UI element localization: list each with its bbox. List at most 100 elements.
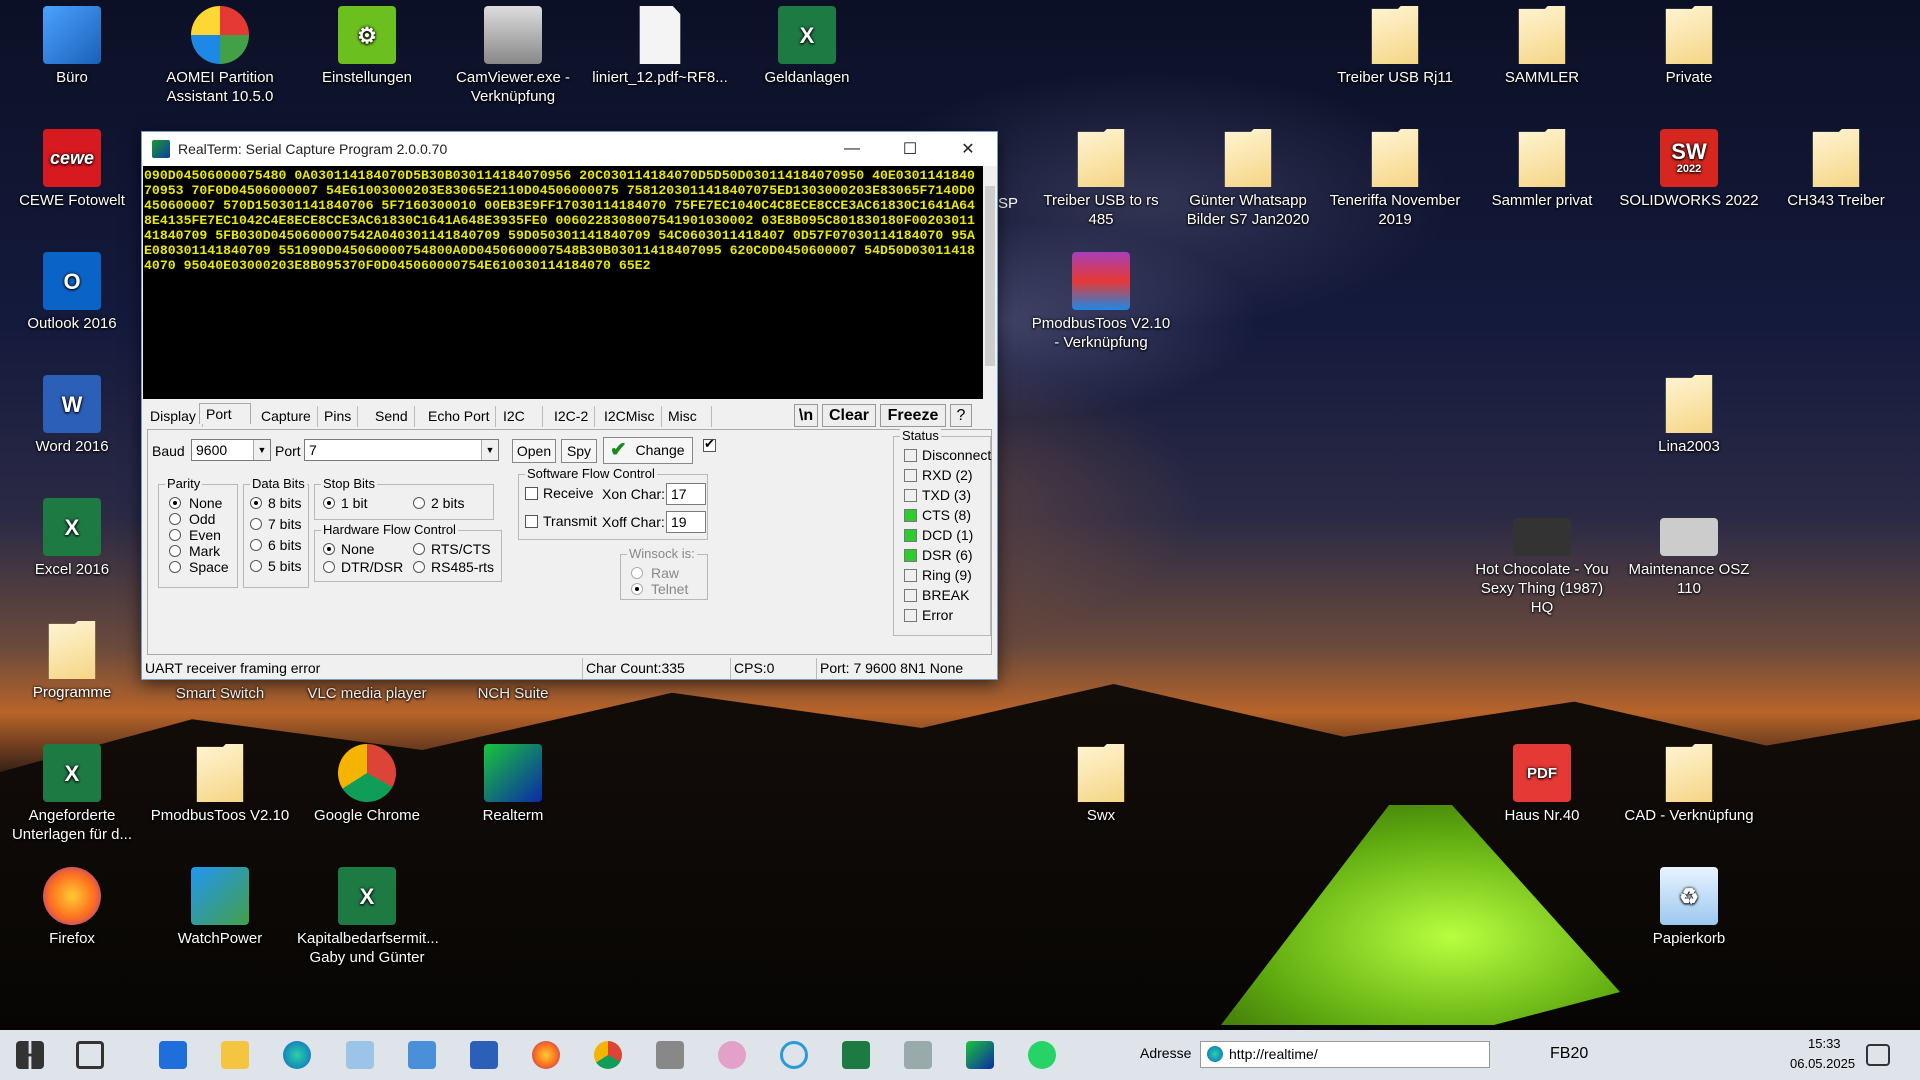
hw-none-radio[interactable]	[323, 543, 335, 555]
desktop-icon-haus-nr40[interactable]: PDF Haus Nr.40	[1472, 744, 1612, 825]
tab-port[interactable]: Port	[199, 403, 251, 424]
desktop-icon-treiber-rs485[interactable]: Treiber USB to rs 485	[1031, 129, 1171, 229]
receive-checkbox[interactable]	[525, 487, 538, 500]
tab-send[interactable]: Send	[369, 406, 415, 427]
cortana-icon[interactable]	[780, 1041, 808, 1069]
close-button[interactable]: ✕	[939, 132, 997, 166]
desktop-icon-chrome[interactable]: Google Chrome	[297, 744, 437, 825]
whatsapp-icon[interactable]	[1028, 1041, 1056, 1069]
desktop-icon-hot-chocolate[interactable]: Hot Chocolate - You Sexy Thing (1987) HQ	[1472, 518, 1612, 617]
databits-6-radio[interactable]	[250, 539, 262, 551]
xoff-input[interactable]: 19	[666, 511, 706, 533]
parity-none-radio[interactable]	[169, 497, 181, 509]
chevron-down-icon[interactable]: ▼	[481, 440, 498, 460]
desktop-icon-pmodbus-link[interactable]: PmodbusToos V2.10 - Verknüpfung	[1031, 252, 1171, 352]
parity-space-radio[interactable]	[169, 561, 181, 573]
contacts-icon[interactable]	[408, 1041, 436, 1069]
desktop-icon-smart-switch[interactable]: Smart Switch	[150, 684, 290, 703]
change-button[interactable]: ✔ Change	[603, 437, 693, 464]
tab-i2c-2[interactable]: I2C-2	[548, 406, 596, 427]
tab-i2c[interactable]: I2C	[497, 406, 543, 427]
address-input[interactable]: http://realtime/	[1200, 1041, 1490, 1068]
terminal-scrollbar[interactable]	[983, 166, 997, 399]
desktop-icon-excel[interactable]: X Excel 2016	[2, 498, 142, 579]
desktop-icon-word[interactable]: W Word 2016	[2, 375, 142, 456]
databits-5-radio[interactable]	[250, 560, 262, 572]
desktop-icon-geldanlagen[interactable]: X Geldanlagen	[737, 6, 877, 87]
desktop-icon-papierkorb[interactable]: ♻ Papierkorb	[1619, 867, 1759, 948]
desktop-icon-sammler[interactable]: SAMMLER	[1472, 6, 1612, 87]
clock-date[interactable]: 06.05.2025	[1790, 1056, 1855, 1071]
newline-button[interactable]: \n	[794, 404, 818, 427]
hw-rtscts-radio[interactable]	[413, 543, 425, 555]
freeze-button[interactable]: Freeze	[880, 404, 946, 427]
file-explorer-icon[interactable]	[221, 1041, 249, 1069]
desktop-icon-einstellungen[interactable]: ⚙ Einstellungen	[297, 6, 437, 87]
spy-button[interactable]: Spy	[561, 439, 597, 463]
snipping-tool-icon[interactable]	[718, 1041, 746, 1069]
desktop-icon-programme[interactable]: Programme	[2, 621, 142, 702]
title-bar[interactable]: RealTerm: Serial Capture Program 2.0.0.7…	[142, 132, 997, 166]
chevron-down-icon[interactable]: ▼	[253, 440, 270, 460]
store-icon[interactable]	[159, 1041, 187, 1069]
desktop-icon-cad[interactable]: CAD - Verknüpfung	[1619, 744, 1759, 825]
minimize-button[interactable]: —	[823, 132, 881, 166]
desktop-icon-teneriffa[interactable]: Teneriffa November 2019	[1325, 129, 1465, 229]
transmit-checkbox[interactable]	[525, 515, 538, 528]
desktop-icon-kapitalbedarf[interactable]: X Kapitalbedarfsermit... Gaby und Günter	[297, 867, 439, 967]
clock-time[interactable]: 15:33	[1808, 1036, 1841, 1051]
open-button[interactable]: Open	[512, 439, 556, 463]
word-taskbar-icon[interactable]	[470, 1041, 498, 1069]
printer-icon[interactable]	[904, 1041, 932, 1069]
desktop-icon-solidworks[interactable]: SW 2022 SOLIDWORKS 2022	[1619, 129, 1759, 210]
desktop-icon-camviewer[interactable]: CamViewer.exe - Verknüpfung	[443, 6, 583, 106]
desktop-icon-outlook[interactable]: O Outlook 2016	[2, 252, 142, 333]
network-app-icon[interactable]	[346, 1041, 374, 1069]
excel-taskbar-icon[interactable]	[842, 1041, 870, 1069]
stopbits-2-radio[interactable]	[413, 497, 425, 509]
tab-capture[interactable]: Capture	[255, 406, 318, 427]
desktop-icon-nch-suite[interactable]: NCH Suite	[443, 684, 583, 703]
desktop-icon-cewe[interactable]: cewe CEWE Fotowelt	[2, 129, 142, 210]
desktop-icon-realterm[interactable]: Realterm	[443, 744, 583, 825]
clear-button[interactable]: Clear	[822, 404, 876, 427]
desktop-icon-ch343[interactable]: CH343 Treiber	[1766, 129, 1906, 210]
xon-input[interactable]: 17	[666, 483, 706, 505]
baud-select[interactable]: 9600 ▼	[191, 439, 271, 461]
desktop-icon-buero[interactable]: Büro	[2, 6, 142, 87]
desktop-icon-swx[interactable]: Swx	[1031, 744, 1171, 825]
desktop-icon-guenter-whatsapp[interactable]: Günter Whatsapp Bilder S7 Jan2020	[1178, 129, 1318, 229]
desktop-icon-aomei[interactable]: AOMEI Partition Assistant 10.5.0	[150, 6, 290, 106]
edge-icon[interactable]	[283, 1041, 311, 1069]
tab-i2cmisc[interactable]: I2CMisc	[598, 406, 662, 427]
desktop-icon-pmodbus[interactable]: PmodbusToos V2.10	[150, 744, 290, 825]
hw-dtrdsr-radio[interactable]	[323, 561, 335, 573]
port-select[interactable]: 7 ▼	[304, 439, 499, 461]
terminal-output[interactable]: 090D04506000075480 0A030114184070D5B30B0…	[143, 166, 983, 399]
databits-7-radio[interactable]	[250, 518, 262, 530]
desktop-icon-liniert-pdf[interactable]: liniert_12.pdf~RF8...	[590, 6, 730, 87]
tab-pins[interactable]: Pins	[318, 406, 359, 427]
desktop-icon-angeforderte-unterlagen[interactable]: X Angeforderte Unterlagen für d...	[2, 744, 142, 844]
parity-mark-radio[interactable]	[169, 545, 181, 557]
desktop-icon-lina2003[interactable]: Lina2003	[1619, 375, 1759, 456]
notification-icon[interactable]	[1866, 1044, 1890, 1066]
winsock-raw-radio[interactable]	[631, 567, 643, 579]
desktop-icon-vlc[interactable]: VLC media player	[297, 684, 437, 703]
tab-display[interactable]: Display	[144, 406, 203, 427]
start-icon[interactable]	[16, 1041, 44, 1069]
change-checkbox[interactable]: ✔	[703, 436, 716, 452]
scrollbar-thumb[interactable]	[985, 186, 995, 366]
calculator-icon[interactable]	[656, 1041, 684, 1069]
desktop-icon-maintenance-osz[interactable]: Maintenance OSZ 110	[1619, 518, 1759, 598]
task-view-icon[interactable]	[76, 1041, 104, 1069]
chrome-taskbar-icon[interactable]	[594, 1041, 622, 1069]
parity-odd-radio[interactable]	[169, 513, 181, 525]
desktop-icon-watchpower[interactable]: WatchPower	[150, 867, 290, 948]
winsock-telnet-radio[interactable]	[631, 583, 643, 595]
realterm-taskbar-icon[interactable]	[966, 1041, 994, 1069]
hw-rs485-radio[interactable]	[413, 561, 425, 573]
firefox-taskbar-icon[interactable]	[532, 1041, 560, 1069]
tab-echo-port[interactable]: Echo Port	[422, 406, 497, 427]
desktop-icon-treiber-usb-rj11[interactable]: Treiber USB Rj11	[1325, 6, 1465, 87]
